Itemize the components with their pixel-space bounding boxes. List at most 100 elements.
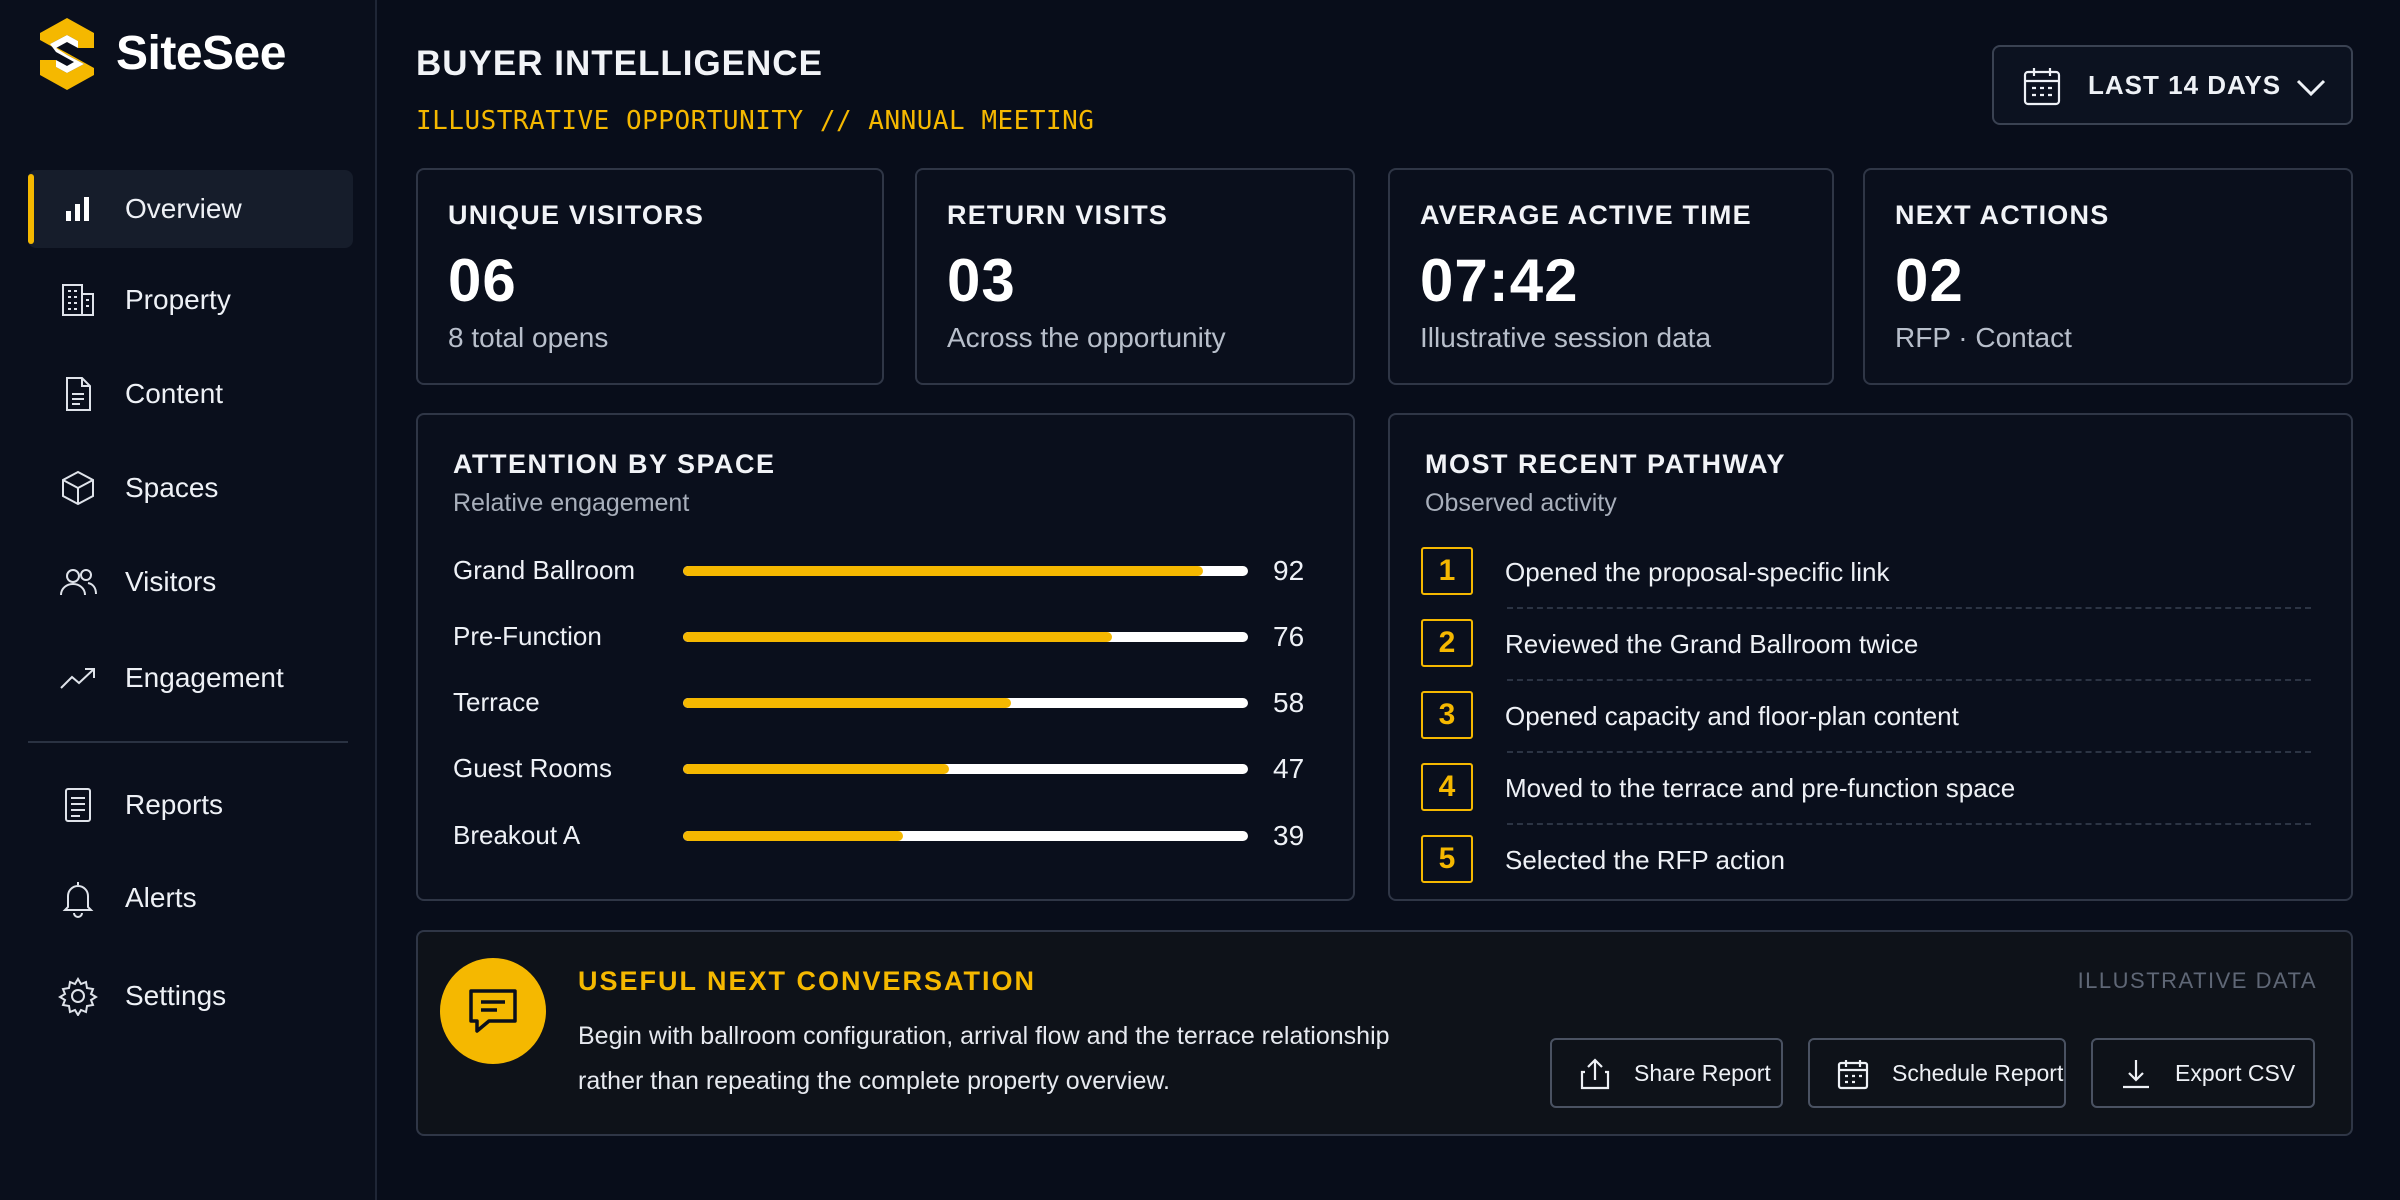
stat-note: Illustrative session data xyxy=(1420,322,1712,353)
sidebar-item-label: Alerts xyxy=(125,882,197,913)
export-csv-label: Export CSV xyxy=(2175,1059,2296,1086)
stat-label: UNIQUE VISITORS xyxy=(448,200,705,230)
pathway-step: 3 Opened capacity and floor-plan content xyxy=(1421,681,2311,753)
download-icon xyxy=(2123,1060,2149,1089)
stat-label: RETURN VISITS xyxy=(947,200,1169,230)
sidebar-item-overview[interactable]: Overview xyxy=(28,170,353,248)
stat-note: Across the opportunity xyxy=(947,322,1226,353)
bar-chart-icon xyxy=(58,189,98,229)
bar-fill xyxy=(683,698,1011,708)
stat-note: 8 total opens xyxy=(448,322,609,353)
conversation-title: USEFUL NEXT CONVERSATION xyxy=(578,966,1037,996)
app-name: SiteSee xyxy=(116,26,286,80)
share-report-label: Share Report xyxy=(1634,1059,1771,1086)
date-range-label: LAST 14 DAYS xyxy=(2088,69,2282,100)
schedule-report-label: Schedule Report xyxy=(1892,1059,2064,1086)
pathway-panel: MOST RECENT PATHWAY Observed activity 1 … xyxy=(1388,413,2353,901)
bar-value: 47 xyxy=(1273,753,1305,784)
bar-row: Breakout A 39 xyxy=(453,816,1333,856)
trend-icon xyxy=(58,658,98,698)
bar-value: 76 xyxy=(1273,621,1305,652)
gear-icon xyxy=(58,976,98,1016)
bar-track xyxy=(683,831,1248,841)
stat-value: 07:42 xyxy=(1420,247,1579,314)
bar-row: Terrace 58 xyxy=(453,683,1333,723)
sidebar-item-property[interactable]: Property xyxy=(28,261,353,339)
bar-label: Grand Ballroom xyxy=(453,555,636,585)
next-conversation-panel: USEFUL NEXT CONVERSATION Begin with ball… xyxy=(416,930,2353,1136)
pathway-step: 4 Moved to the terrace and pre-function … xyxy=(1421,753,2311,825)
sitesee-logo-icon xyxy=(40,18,94,90)
bar-value: 58 xyxy=(1273,687,1305,718)
sidebar-item-label: Property xyxy=(125,284,231,315)
sidebar-item-label: Overview xyxy=(125,193,242,224)
step-number: 3 xyxy=(1421,691,1473,739)
sidebar-item-label: Content xyxy=(125,378,224,409)
step-number: 5 xyxy=(1421,835,1473,883)
bar-row: Grand Ballroom 92 xyxy=(453,551,1333,591)
stat-value: 02 xyxy=(1895,247,1964,314)
step-text: Opened the proposal-specific link xyxy=(1505,557,1890,587)
panel-title: MOST RECENT PATHWAY xyxy=(1425,449,1787,479)
schedule-report-button[interactable]: Schedule Report xyxy=(1808,1038,2066,1108)
calendar-icon xyxy=(1837,1060,1869,1090)
sidebar-item-spaces[interactable]: Spaces xyxy=(28,449,353,527)
date-range-selector[interactable]: LAST 14 DAYS xyxy=(1992,45,2353,125)
stat-card-average-active-time: AVERAGE ACTIVE TIME 07:42 Illustrative s… xyxy=(1388,168,1834,385)
sidebar-item-label: Reports xyxy=(125,789,224,820)
bar-track xyxy=(683,566,1248,576)
panel-subtitle: Observed activity xyxy=(1425,489,1617,517)
panel-subtitle: Relative engagement xyxy=(453,489,690,517)
bar-value: 92 xyxy=(1273,555,1305,586)
bar-label: Pre-Function xyxy=(453,621,602,651)
calendar-icon xyxy=(2023,68,2061,106)
bar-fill xyxy=(683,632,1113,642)
sidebar-item-label: Settings xyxy=(125,980,227,1011)
bar-row: Guest Rooms 47 xyxy=(453,749,1333,789)
step-text: Moved to the terrace and pre-function sp… xyxy=(1505,773,2016,803)
stat-note: RFP · Contact xyxy=(1895,322,2072,353)
sidebar-item-settings[interactable]: Settings xyxy=(28,957,353,1035)
bar-label: Guest Rooms xyxy=(453,753,612,783)
users-icon xyxy=(58,562,98,602)
pathway-step: 5 Selected the RFP action xyxy=(1421,825,2311,897)
logo[interactable]: SiteSee xyxy=(34,14,286,92)
document-icon xyxy=(58,374,98,414)
bar-track xyxy=(683,698,1248,708)
stat-card-next-actions: NEXT ACTIONS 02 RFP · Contact xyxy=(1863,168,2353,385)
sidebar-item-reports[interactable]: Reports xyxy=(28,766,353,844)
step-text: Selected the RFP action xyxy=(1505,845,1785,875)
step-number: 1 xyxy=(1421,547,1473,595)
pathway-step: 1 Opened the proposal-specific link xyxy=(1421,537,2311,609)
sidebar-item-engagement[interactable]: Engagement xyxy=(28,639,353,717)
bar-label: Terrace xyxy=(453,687,540,717)
bell-icon xyxy=(58,878,98,918)
sidebar: SiteSee Overview Property Content Spaces… xyxy=(0,0,377,1200)
stat-label: AVERAGE ACTIVE TIME xyxy=(1420,200,1752,230)
export-csv-button[interactable]: Export CSV xyxy=(2091,1038,2315,1108)
bar-track xyxy=(683,632,1248,642)
sidebar-item-label: Visitors xyxy=(125,566,217,597)
illustrative-data-tag: ILLUSTRATIVE DATA xyxy=(2077,968,2317,993)
stat-card-unique-visitors: UNIQUE VISITORS 06 8 total opens xyxy=(416,168,884,385)
stat-label: NEXT ACTIONS xyxy=(1895,200,2110,230)
stat-card-return-visits: RETURN VISITS 03 Across the opportunity xyxy=(915,168,1355,385)
stat-value: 03 xyxy=(947,247,1016,314)
bar-label: Breakout A xyxy=(453,820,581,850)
chevron-down-icon xyxy=(2296,79,2326,97)
building-icon xyxy=(58,280,98,320)
panel-title: ATTENTION BY SPACE xyxy=(453,449,776,479)
step-number: 4 xyxy=(1421,763,1473,811)
share-report-button[interactable]: Share Report xyxy=(1550,1038,1783,1108)
page-title: BUYER INTELLIGENCE xyxy=(416,44,823,83)
sidebar-item-content[interactable]: Content xyxy=(28,355,353,433)
attention-panel: ATTENTION BY SPACE Relative engagement G… xyxy=(416,413,1355,901)
pathway-step: 2 Reviewed the Grand Ballroom twice xyxy=(1421,609,2311,681)
sidebar-item-alerts[interactable]: Alerts xyxy=(28,859,353,937)
sidebar-item-visitors[interactable]: Visitors xyxy=(28,543,353,621)
stat-value: 06 xyxy=(448,247,517,314)
bar-fill xyxy=(683,831,904,841)
page-subtitle: ILLUSTRATIVE OPPORTUNITY // ANNUAL MEETI… xyxy=(416,106,1095,136)
sidebar-item-label: Engagement xyxy=(125,662,284,693)
step-number: 2 xyxy=(1421,619,1473,667)
